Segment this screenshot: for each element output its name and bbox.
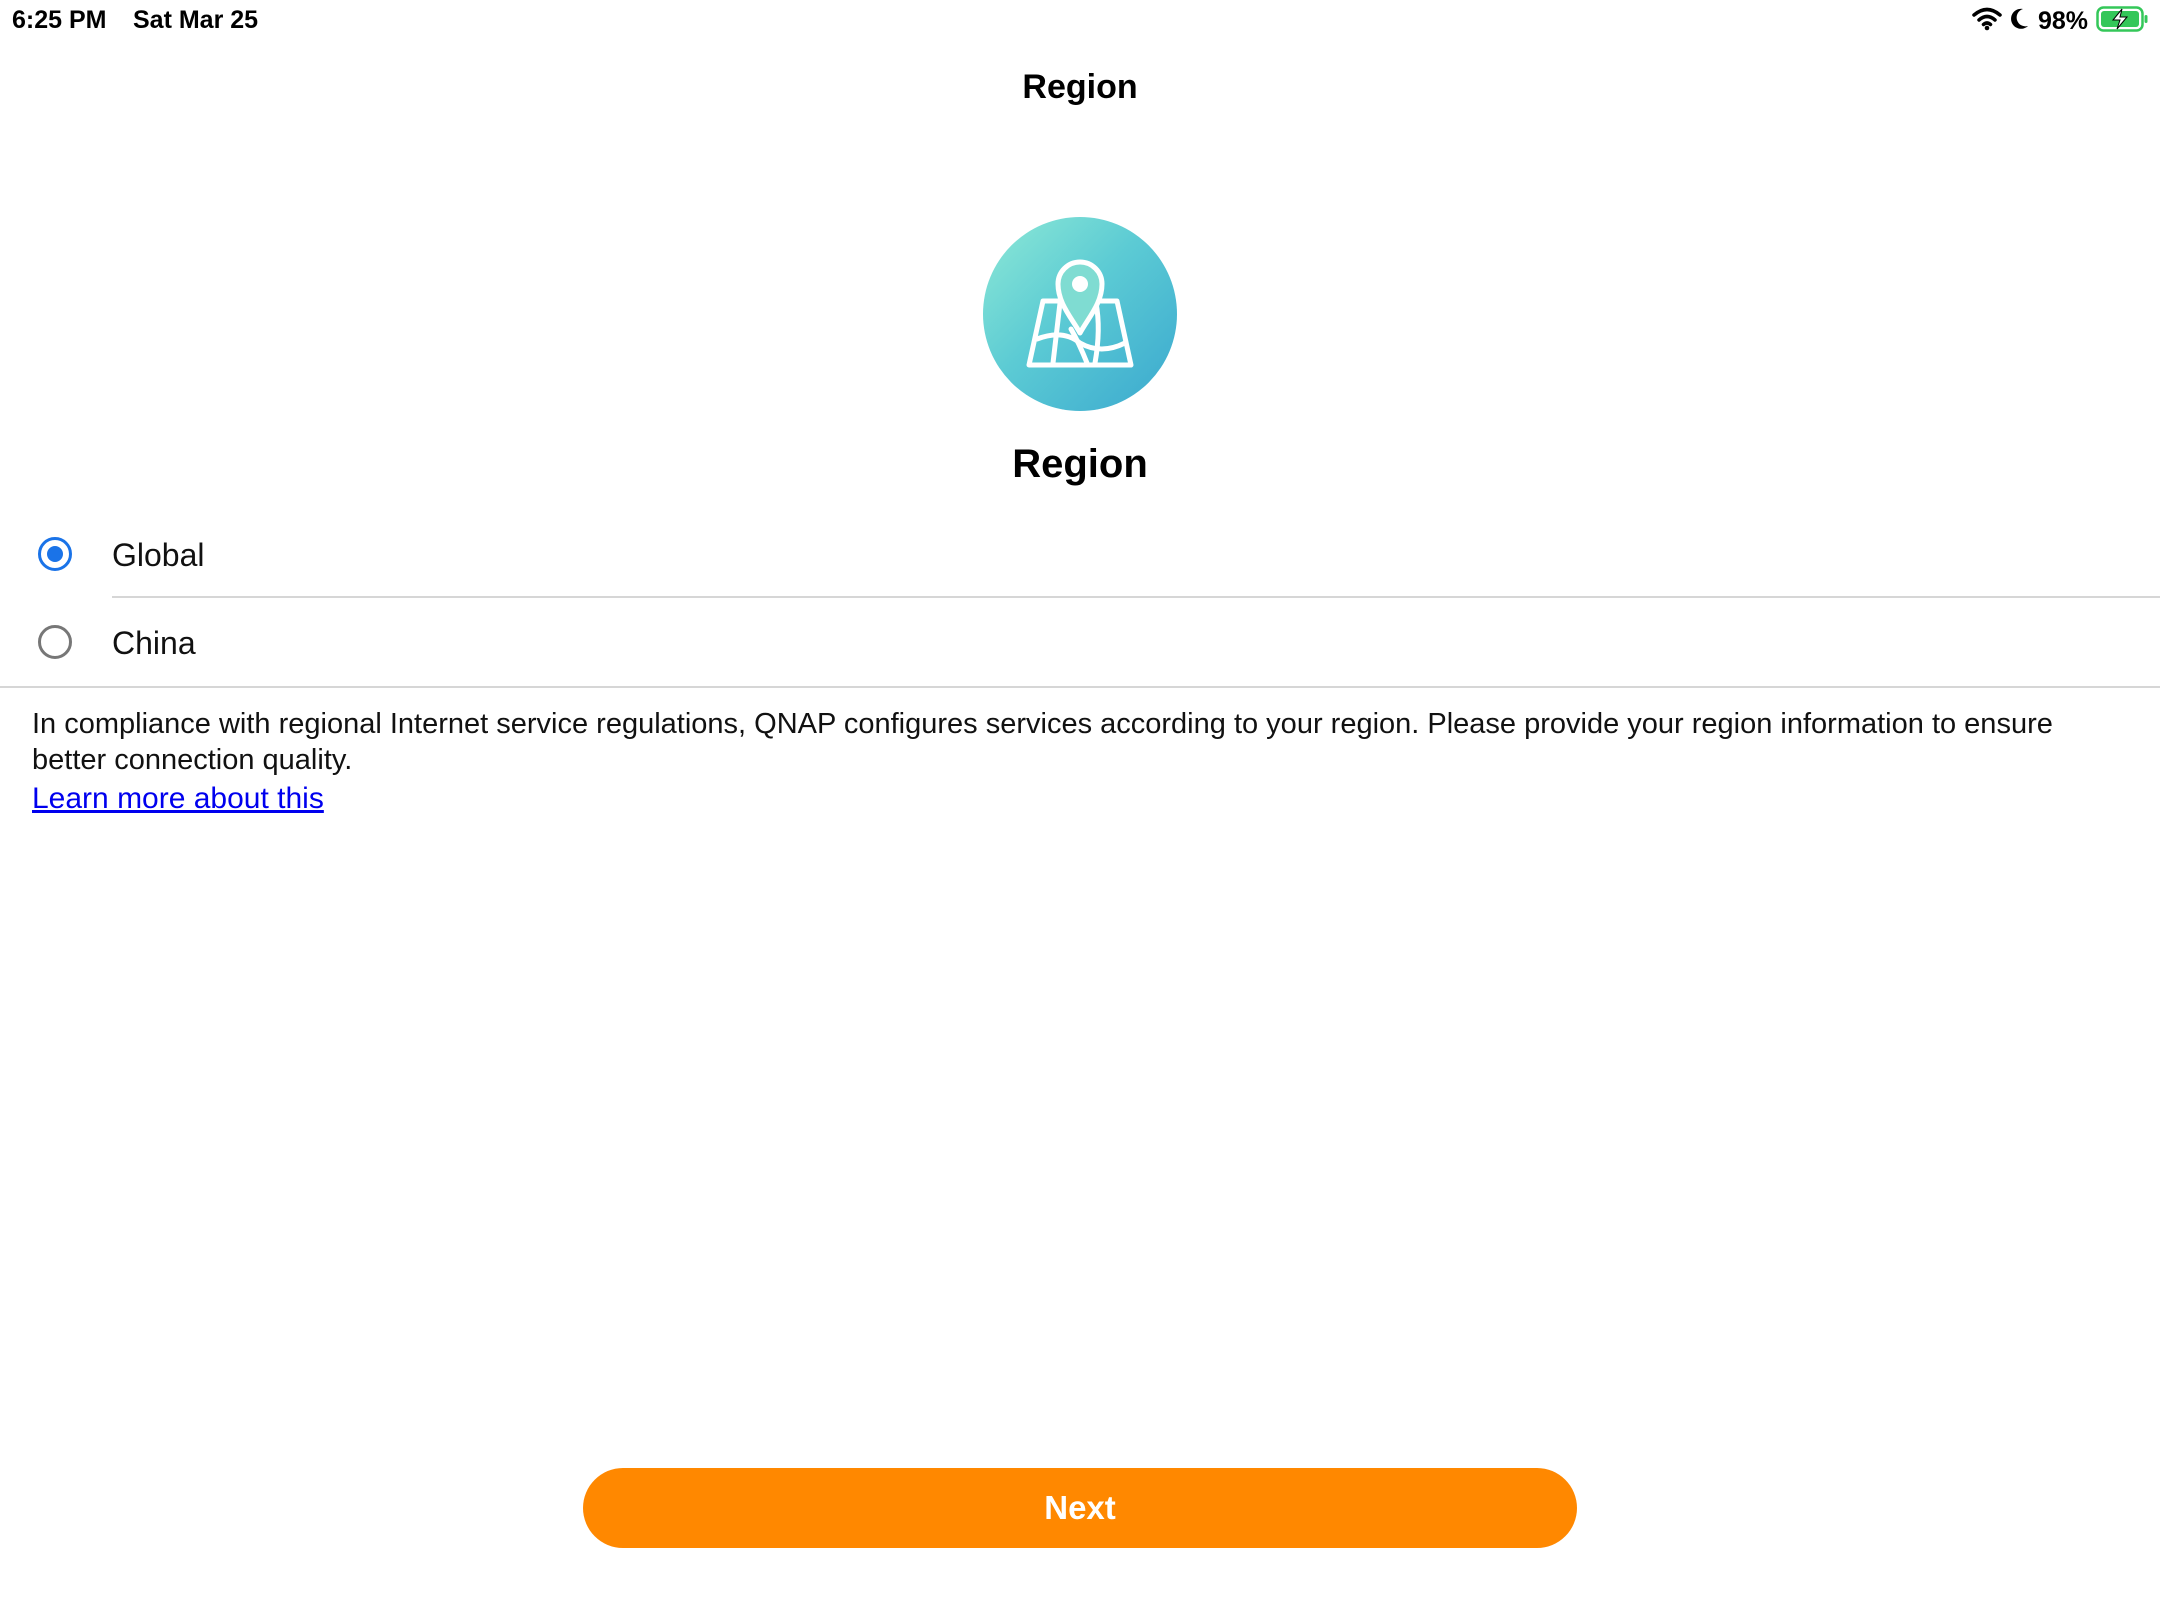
status-bar: 6:25 PM Sat Mar 25 98% bbox=[0, 0, 2160, 40]
radio-china[interactable] bbox=[38, 625, 72, 659]
status-date: Sat Mar 25 bbox=[133, 6, 259, 34]
section-title: Region bbox=[1012, 442, 1148, 486]
region-option-china[interactable]: China bbox=[0, 600, 2160, 688]
region-description: In compliance with regional Internet ser… bbox=[32, 708, 2053, 776]
divider bbox=[112, 596, 2160, 598]
nav-title: Region bbox=[1022, 68, 1138, 106]
status-indicators: 98% bbox=[1972, 5, 2150, 37]
battery-charging-icon bbox=[2096, 5, 2150, 37]
radio-global[interactable] bbox=[38, 537, 72, 571]
status-time: 6:25 PM bbox=[12, 6, 107, 34]
region-option-global[interactable]: Global bbox=[0, 512, 2160, 600]
battery-percent: 98% bbox=[2037, 6, 2088, 35]
wifi-icon bbox=[1972, 7, 2002, 36]
map-pin-icon bbox=[983, 217, 1177, 411]
learn-more-link[interactable]: Learn more about this bbox=[32, 782, 324, 816]
next-button[interactable]: Next bbox=[583, 1468, 1577, 1548]
option-label-china: China bbox=[112, 625, 196, 661]
option-label-global: Global bbox=[112, 537, 205, 573]
moon-icon bbox=[2010, 7, 2030, 36]
divider bbox=[0, 686, 2160, 688]
